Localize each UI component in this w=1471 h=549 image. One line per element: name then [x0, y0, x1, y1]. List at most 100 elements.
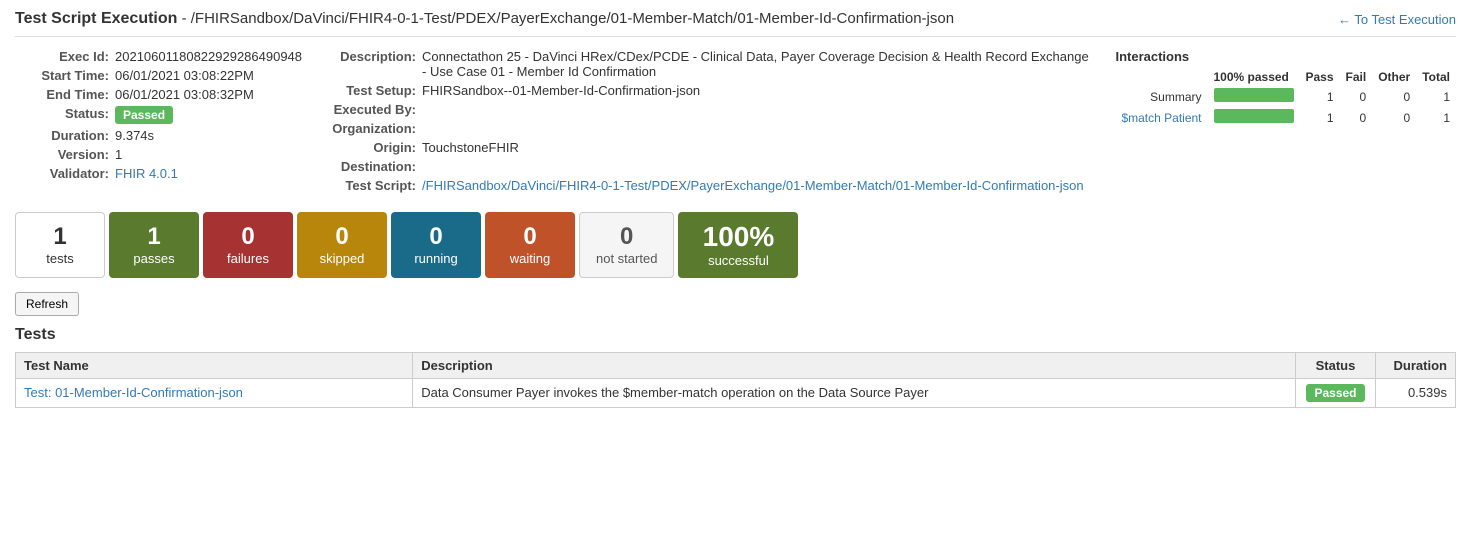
- interactions-col-total: Total: [1416, 68, 1456, 86]
- stat-skipped-num: 0: [335, 224, 348, 250]
- stat-waiting-lbl: waiting: [510, 251, 550, 266]
- interactions-row-fail: 0: [1340, 107, 1373, 128]
- interactions-table: 100% passed Pass Fail Other Total Summar…: [1115, 68, 1456, 128]
- interactions-row-label: $match Patient: [1115, 107, 1207, 128]
- col-status: Status: [1296, 352, 1376, 378]
- exec-id-value: 20210601180822929286490948: [115, 49, 302, 64]
- test-description-cell: Data Consumer Payer invokes the $member-…: [413, 378, 1296, 407]
- middle-info: Description: Connectathon 25 - DaVinci H…: [322, 49, 1095, 197]
- interactions-row-other: 0: [1372, 86, 1416, 107]
- interactions-row-total: 1: [1416, 86, 1456, 107]
- stat-failures: 0 failures: [203, 212, 293, 278]
- page-title-path: - /FHIRSandbox/DaVinci/FHIR4-0-1-Test/PD…: [177, 10, 954, 27]
- interactions-row-other: 0: [1372, 107, 1416, 128]
- status-label: Status:: [15, 106, 115, 121]
- destination-row: Destination:: [322, 159, 1095, 174]
- stat-waiting-num: 0: [523, 224, 536, 250]
- stat-passes-num: 1: [147, 224, 160, 250]
- start-time-row: Start Time: 06/01/2021 03:08:22PM: [15, 68, 302, 83]
- interactions-title: Interactions: [1115, 49, 1456, 64]
- end-time-row: End Time: 06/01/2021 03:08:32PM: [15, 87, 302, 102]
- stat-success: 100% successful: [678, 212, 798, 278]
- interactions-row-pass: 1: [1300, 107, 1340, 128]
- interactions-col-other: Other: [1372, 68, 1416, 86]
- test-setup-value: FHIRSandbox--01-Member-Id-Confirmation-j…: [422, 83, 700, 98]
- test-script-label: Test Script:: [322, 178, 422, 193]
- interactions-row: Summary1001: [1115, 86, 1456, 107]
- interactions-col-pass: Pass: [1300, 68, 1340, 86]
- status-row: Status: Passed: [15, 106, 302, 124]
- tests-section: Tests Test Name Description Status Durat…: [15, 326, 1456, 408]
- validator-value: FHIR 4.0.1: [115, 166, 178, 181]
- test-name-link[interactable]: Test: 01-Member-Id-Confirmation-json: [24, 385, 243, 400]
- tests-title: Tests: [15, 326, 1456, 344]
- executed-by-label: Executed By:: [322, 102, 422, 117]
- col-test-name: Test Name: [16, 352, 413, 378]
- test-status-cell: Passed: [1296, 378, 1376, 407]
- interactions-row-label-link[interactable]: $match Patient: [1121, 111, 1201, 125]
- duration-label: Duration:: [15, 128, 115, 143]
- validator-link[interactable]: FHIR 4.0.1: [115, 166, 178, 181]
- interactions-col-pct: 100% passed: [1208, 68, 1300, 86]
- tests-table-header-row: Test Name Description Status Duration: [16, 352, 1456, 378]
- stat-not-started-lbl: not started: [596, 251, 657, 266]
- refresh-button[interactable]: Refresh: [15, 292, 79, 316]
- stat-running-lbl: running: [414, 251, 457, 266]
- status-value: Passed: [115, 106, 173, 124]
- status-badge: Passed: [115, 106, 173, 124]
- duration-value: 9.374s: [115, 128, 154, 143]
- stat-failures-lbl: failures: [227, 251, 269, 266]
- interactions-section: Interactions 100% passed Pass Fail Other…: [1115, 49, 1456, 197]
- stat-tests-lbl: tests: [46, 251, 73, 266]
- description-label: Description:: [322, 49, 422, 64]
- stats-section: 1 tests 1 passes 0 failures 0 skipped 0 …: [15, 212, 1456, 278]
- stat-running-num: 0: [429, 224, 442, 250]
- left-info: Exec Id: 20210601180822929286490948 Star…: [15, 49, 302, 197]
- stat-tests-num: 1: [53, 224, 66, 250]
- test-setup-row: Test Setup: FHIRSandbox--01-Member-Id-Co…: [322, 83, 1095, 98]
- executed-by-row: Executed By:: [322, 102, 1095, 117]
- stat-waiting: 0 waiting: [485, 212, 575, 278]
- interactions-row-total: 1: [1416, 107, 1456, 128]
- organization-row: Organization:: [322, 121, 1095, 136]
- test-name-cell: Test: 01-Member-Id-Confirmation-json: [16, 378, 413, 407]
- organization-label: Organization:: [322, 121, 422, 136]
- tests-table: Test Name Description Status Duration Te…: [15, 352, 1456, 408]
- table-row: Test: 01-Member-Id-Confirmation-json Data…: [16, 378, 1456, 407]
- version-value: 1: [115, 147, 122, 162]
- interactions-row-label: Summary: [1115, 86, 1207, 107]
- end-time-label: End Time:: [15, 87, 115, 102]
- stat-success-lbl: successful: [708, 253, 769, 268]
- interactions-row: $match Patient1001: [1115, 107, 1456, 128]
- interactions-row-bar: [1208, 86, 1300, 107]
- stat-skipped: 0 skipped: [297, 212, 387, 278]
- test-setup-label: Test Setup:: [322, 83, 422, 98]
- version-row: Version: 1: [15, 147, 302, 162]
- test-script-link[interactable]: /FHIRSandbox/DaVinci/FHIR4-0-1-Test/PDEX…: [422, 178, 1084, 193]
- exec-id-row: Exec Id: 20210601180822929286490948: [15, 49, 302, 64]
- origin-label: Origin:: [322, 140, 422, 155]
- start-time-value: 06/01/2021 03:08:22PM: [115, 68, 254, 83]
- stat-tests: 1 tests: [15, 212, 105, 278]
- validator-label: Validator:: [15, 166, 115, 181]
- stat-passes-lbl: passes: [133, 251, 174, 266]
- stat-not-started-num: 0: [620, 224, 633, 250]
- origin-value: TouchstoneFHIR: [422, 140, 519, 155]
- exec-id-label: Exec Id:: [15, 49, 115, 64]
- page-title-label: Test Script Execution: [15, 10, 177, 27]
- duration-row: Duration: 9.374s: [15, 128, 302, 143]
- page-title: Test Script Execution - /FHIRSandbox/DaV…: [15, 10, 954, 28]
- back-link[interactable]: To Test Execution: [1338, 12, 1456, 27]
- origin-row: Origin: TouchstoneFHIR: [322, 140, 1095, 155]
- interactions-col-fail: Fail: [1340, 68, 1373, 86]
- interactions-row-fail: 0: [1340, 86, 1373, 107]
- stat-not-started: 0 not started: [579, 212, 674, 278]
- stat-running: 0 running: [391, 212, 481, 278]
- version-label: Version:: [15, 147, 115, 162]
- col-duration: Duration: [1376, 352, 1456, 378]
- info-section: Exec Id: 20210601180822929286490948 Star…: [15, 49, 1456, 197]
- interactions-row-bar: [1208, 107, 1300, 128]
- validator-row: Validator: FHIR 4.0.1: [15, 166, 302, 181]
- description-row: Description: Connectathon 25 - DaVinci H…: [322, 49, 1095, 79]
- test-script-value: /FHIRSandbox/DaVinci/FHIR4-0-1-Test/PDEX…: [422, 178, 1084, 193]
